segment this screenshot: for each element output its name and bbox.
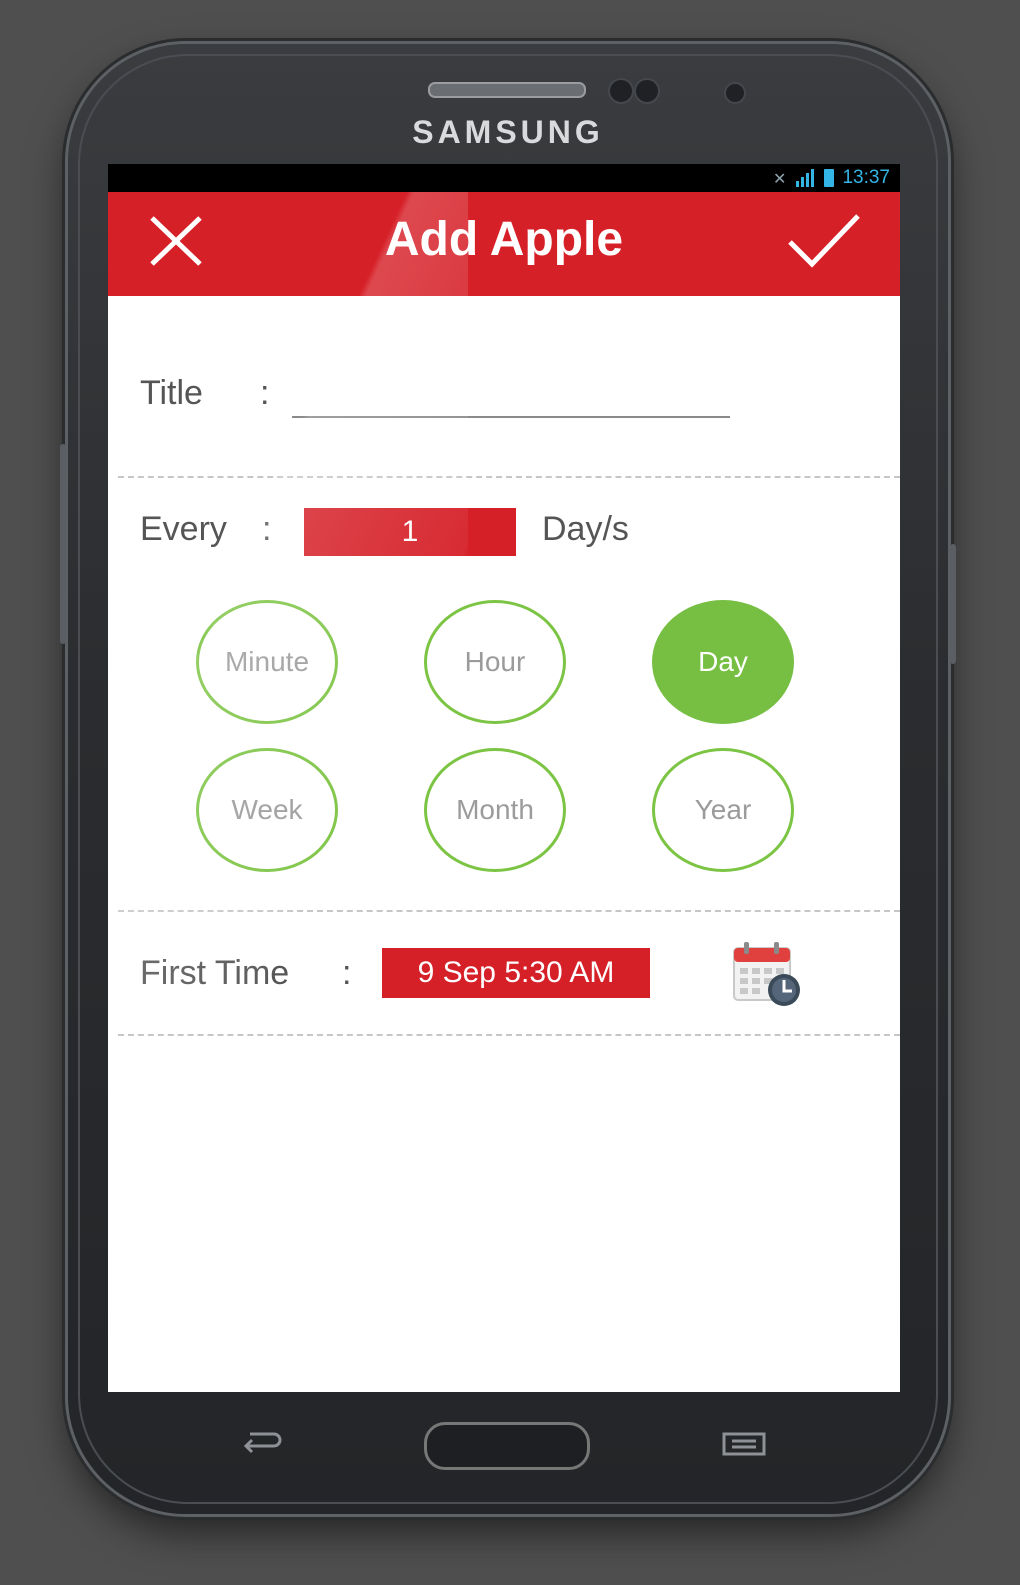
signal-icon	[794, 169, 816, 187]
brand-logo: SAMSUNG	[412, 114, 604, 150]
divider	[118, 1034, 900, 1036]
calendar-clock-icon[interactable]	[732, 940, 804, 1008]
every-colon: :	[262, 510, 272, 548]
first-time-colon: :	[342, 954, 352, 992]
first-time-field[interactable]: 9 Sep 5:30 AM	[382, 948, 650, 998]
title-input[interactable]	[292, 376, 730, 414]
every-unit-label: Day/s	[542, 510, 629, 548]
mute-icon: ✕	[773, 168, 787, 188]
earpiece-speaker	[428, 82, 586, 98]
front-camera	[724, 82, 746, 104]
battery-icon	[824, 169, 835, 187]
period-minute-button[interactable]: Minute	[196, 600, 338, 724]
every-count-input[interactable]: 1	[304, 508, 516, 556]
volume-button	[60, 444, 66, 644]
check-icon[interactable]	[786, 212, 862, 270]
back-key-icon[interactable]	[236, 1428, 284, 1458]
proximity-sensor	[608, 78, 634, 104]
light-sensor	[634, 78, 660, 104]
title-label: Title	[140, 374, 203, 412]
divider	[118, 910, 900, 912]
first-time-label: First Time	[140, 954, 290, 992]
title-colon: :	[260, 374, 270, 412]
status-bar: ✕ 13:37	[108, 164, 900, 192]
page-title: Add Apple	[384, 213, 624, 266]
every-label: Every	[140, 510, 227, 548]
divider	[118, 476, 900, 478]
period-year-button[interactable]: Year	[652, 748, 794, 872]
screen: ✕ 13:37 Add Apple Title : Every : 1 Day/…	[108, 164, 900, 1392]
phone-frame: SAMSUNG ✕ 13:37 Add Apple Title : Every …	[60, 44, 956, 1514]
title-input-underline	[292, 416, 730, 418]
period-week-button[interactable]: Week	[196, 748, 338, 872]
menu-key-icon[interactable]	[720, 1430, 768, 1458]
period-month-button[interactable]: Month	[424, 748, 566, 872]
period-hour-button[interactable]: Hour	[424, 600, 566, 724]
status-time: 13:37	[842, 167, 890, 188]
app-bar: Add Apple	[108, 192, 900, 296]
home-button[interactable]	[424, 1422, 590, 1470]
power-button	[950, 544, 956, 664]
period-day-button[interactable]: Day	[652, 600, 794, 724]
